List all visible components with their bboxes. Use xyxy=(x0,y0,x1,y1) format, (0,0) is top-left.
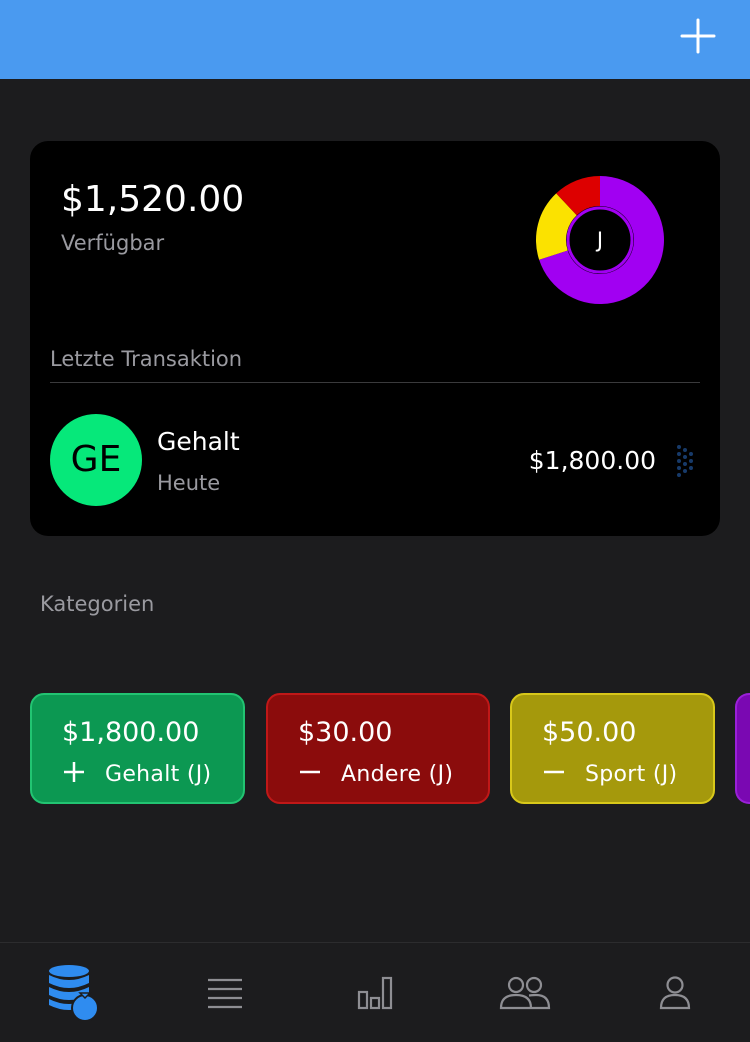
category-label: Andere (J) xyxy=(341,762,454,787)
minus-icon xyxy=(300,770,320,774)
last-transaction-title: Letzte Transaktion xyxy=(50,347,243,371)
category-amount: $1,800.00 xyxy=(62,717,200,748)
drag-handle-icon[interactable] xyxy=(675,444,695,478)
plus-icon xyxy=(64,762,84,782)
transaction-avatar: GE xyxy=(50,414,142,506)
category-label: Sport (J) xyxy=(585,762,678,787)
tab-overview[interactable] xyxy=(0,943,150,1042)
top-bar xyxy=(0,0,750,79)
categories-title: Kategorien xyxy=(40,592,155,616)
people-icon xyxy=(499,976,551,1009)
category-card-partial[interactable] xyxy=(735,693,750,804)
category-amount: $30.00 xyxy=(298,717,393,748)
summary-card: $1,520.00 Verfügbar J Letzte Transaktion… xyxy=(30,141,720,536)
category-card-gehalt[interactable]: $1,800.00 Gehalt (J) xyxy=(30,693,245,804)
money-stack-icon xyxy=(49,964,99,1022)
divider xyxy=(50,382,700,383)
tab-statistics[interactable] xyxy=(300,943,450,1042)
tab-list[interactable] xyxy=(150,943,300,1042)
list-icon xyxy=(208,978,242,1008)
category-donut-chart[interactable]: J xyxy=(535,175,665,305)
balance-amount: $1,520.00 xyxy=(61,179,245,220)
balance-label: Verfügbar xyxy=(61,231,165,255)
transaction-amount: $1,800.00 xyxy=(528,446,656,475)
bottom-tab-bar xyxy=(0,942,750,1042)
category-amount: $50.00 xyxy=(542,717,637,748)
transaction-name: Gehalt xyxy=(157,427,240,456)
tab-people[interactable] xyxy=(450,943,600,1042)
person-icon xyxy=(659,975,691,1009)
transaction-date: Heute xyxy=(157,471,221,495)
category-label: Gehalt (J) xyxy=(105,762,212,787)
plus-icon[interactable] xyxy=(680,18,716,54)
category-card-sport[interactable]: $50.00 Sport (J) xyxy=(510,693,715,804)
category-card-andere[interactable]: $30.00 Andere (J) xyxy=(266,693,490,804)
donut-initial: J xyxy=(595,228,603,252)
bar-chart-icon xyxy=(357,976,393,1009)
minus-icon xyxy=(544,770,564,774)
tab-profile[interactable] xyxy=(600,943,750,1042)
